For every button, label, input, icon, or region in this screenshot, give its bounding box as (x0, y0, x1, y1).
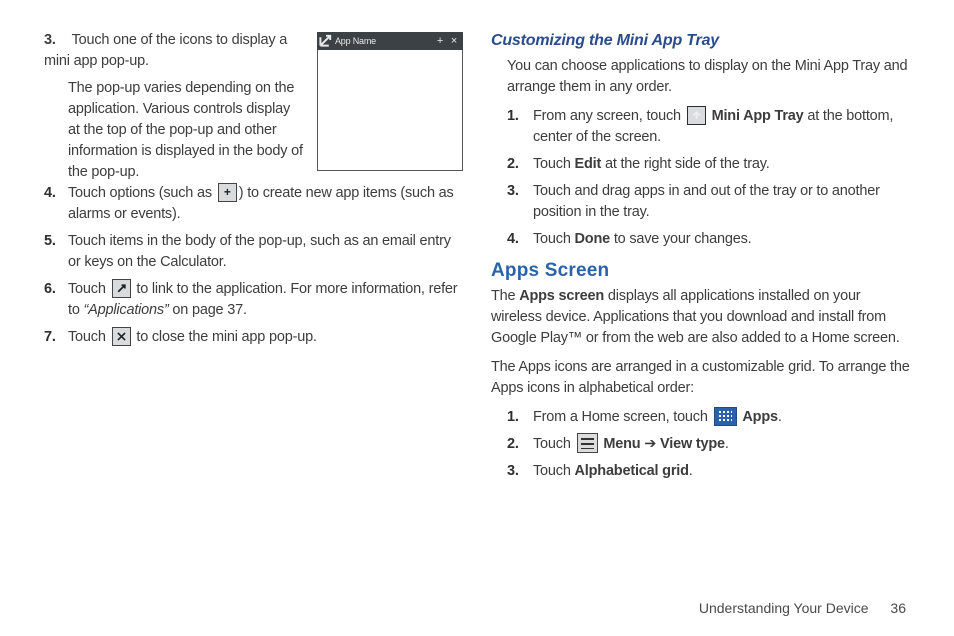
cust-step-1: 1. From any screen, touch Mini App Tray … (491, 106, 910, 148)
left-steps-continued: 4. Touch options (such as +) to create n… (44, 183, 463, 348)
left-column: App Name + × 3. Touch one of the icons t… (44, 30, 463, 590)
chapter-title: Understanding Your Device (699, 600, 869, 616)
bold: Edit (575, 156, 602, 172)
bold: Menu (603, 436, 640, 452)
t: Touch (533, 436, 575, 452)
menu-icon (577, 433, 598, 453)
t2: . (725, 436, 729, 452)
step-text-pre: Touch (68, 281, 110, 297)
step-text-post: to close the mini app pop-up. (133, 329, 317, 345)
step-text: Touch one of the icons to display a mini… (44, 32, 287, 69)
reference-link: “Applications” (84, 302, 169, 318)
step-number: 4. (44, 183, 68, 204)
t: Touch (533, 463, 575, 479)
step-number: 3. (44, 30, 68, 51)
subheading-customizing: Customizing the Mini App Tray (491, 32, 910, 50)
t2: . (778, 409, 782, 425)
mini-app-title: App Name (333, 36, 433, 46)
cust-step-3: 3. Touch and drag apps in and out of the… (491, 181, 910, 223)
apps-p1: The Apps screen displays all application… (491, 286, 910, 349)
step-text-pre: Touch (68, 329, 110, 345)
step-text: Touch and drag apps in and out of the tr… (533, 181, 910, 223)
step-text: Touch items in the body of the pop-up, s… (68, 231, 463, 273)
apps-step-3: 3. Touch Alphabetical grid. (491, 461, 910, 482)
step-number: 3. (507, 181, 533, 202)
arrow: ➔ (640, 436, 660, 452)
mini-app-window-illustration: App Name + × (317, 32, 463, 171)
t: Touch (533, 231, 575, 247)
apps-step-2: 2. Touch Menu ➔ View type. (491, 434, 910, 455)
mini-app-body (317, 50, 463, 171)
step-text-pre: Touch options (such as (68, 185, 216, 201)
step-number: 4. (507, 229, 533, 250)
right-column: Customizing the Mini App Tray You can ch… (491, 30, 910, 590)
customizing-steps: 1. From any screen, touch Mini App Tray … (491, 106, 910, 250)
apps-p2: The Apps icons are arranged in a customi… (491, 357, 910, 399)
step-number: 6. (44, 279, 68, 300)
t: From a Home screen, touch (533, 409, 712, 425)
t2: to save your changes. (610, 231, 752, 247)
section-heading-apps-screen: Apps Screen (491, 260, 910, 282)
apps-step-1: 1. From a Home screen, touch Apps. (491, 407, 910, 428)
bold2: View type (660, 436, 725, 452)
bold: Done (575, 231, 610, 247)
t2: . (689, 463, 693, 479)
step-number: 1. (507, 407, 533, 428)
apps-steps: 1. From a Home screen, touch Apps. 2. To… (491, 407, 910, 482)
step-number: 2. (507, 434, 533, 455)
step-6: 6. Touch to link to the application. For… (44, 279, 463, 321)
bold: Mini App Tray (712, 108, 804, 124)
mini-app-titlebar: App Name + × (317, 32, 463, 50)
step-5: 5. Touch items in the body of the pop-up… (44, 231, 463, 273)
step-7: 7. Touch to close the mini app pop-up. (44, 327, 463, 348)
t: Touch (533, 156, 575, 172)
cust-step-4: 4. Touch Done to save your changes. (491, 229, 910, 250)
step-4: 4. Touch options (such as +) to create n… (44, 183, 463, 225)
expand-icon (319, 33, 333, 50)
plus-icon: + (218, 183, 237, 202)
t: The (491, 288, 519, 304)
bold: Apps screen (519, 288, 604, 304)
mini-app-tray-icon (687, 106, 706, 125)
cust-step-2: 2. Touch Edit at the right side of the t… (491, 154, 910, 175)
apps-grid-icon (714, 407, 737, 426)
close-icon: × (447, 35, 461, 47)
bold: Alphabetical grid (575, 463, 689, 479)
t: From any screen, touch (533, 108, 685, 124)
step-number: 3. (507, 461, 533, 482)
plus-icon: + (433, 35, 447, 47)
step-number: 5. (44, 231, 68, 252)
step-3-block: App Name + × 3. Touch one of the icons t… (44, 30, 463, 183)
page-footer: Understanding Your Device 36 (0, 600, 954, 616)
step-text-post: on page 37. (169, 302, 247, 318)
step-number: 2. (507, 154, 533, 175)
customizing-intro: You can choose applications to display o… (491, 56, 910, 98)
step-number: 7. (44, 327, 68, 348)
t2: at the right side of the tray. (601, 156, 769, 172)
bold: Apps (742, 409, 777, 425)
page-number: 36 (890, 600, 906, 616)
close-icon (112, 327, 131, 346)
link-arrow-icon (112, 279, 131, 298)
step-number: 1. (507, 106, 533, 127)
